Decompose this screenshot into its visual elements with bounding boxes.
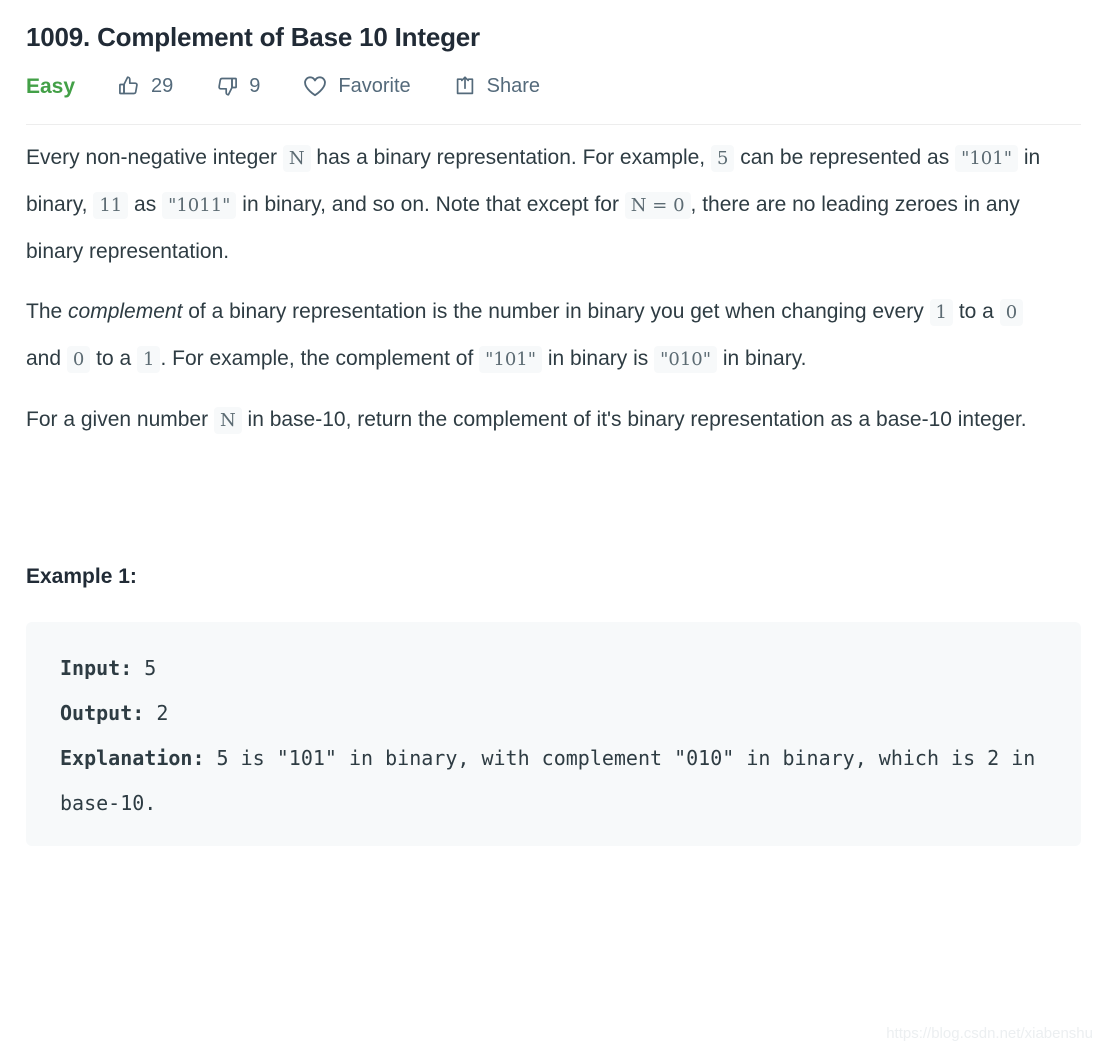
inline-code: 11 (93, 192, 129, 219)
share-label: Share (486, 75, 541, 97)
inline-code: 0 (66, 346, 91, 373)
downvote-count: 9 (249, 75, 261, 97)
upvote-button[interactable]: 29 (117, 74, 173, 98)
inline-code: 1 (137, 346, 161, 373)
inline-code: N = 0 (624, 192, 691, 219)
emphasis-text: complement (68, 300, 183, 323)
inline-code: 0 (999, 299, 1024, 326)
inline-code: N (213, 407, 242, 434)
inline-code: 1 (929, 299, 953, 326)
example-field-label: Output: (60, 701, 145, 725)
example-line: Explanation: 5 is "101" in binary, with … (60, 746, 1048, 815)
thumbs-up-icon (117, 74, 141, 98)
inline-code: "101" (479, 346, 543, 373)
problem-statement: Every non-negative integer N has a binar… (26, 125, 1081, 444)
difficulty-badge: Easy (26, 74, 76, 98)
thumbs-down-icon (215, 74, 239, 98)
page-title: 1009. Complement of Base 10 Integer (26, 22, 480, 52)
upvote-count: 29 (151, 75, 174, 97)
example-field-label: Explanation: (60, 746, 205, 770)
example-field-label: Input: (60, 656, 133, 680)
inline-code: "010" (654, 346, 718, 373)
favorite-label: Favorite (338, 75, 411, 97)
share-icon (453, 74, 477, 98)
watermark: https://blog.csdn.net/xiabenshu (886, 1025, 1093, 1042)
problem-description-panel: 1009. Complement of Base 10 Integer Easy… (0, 0, 1107, 1056)
inline-code: N (282, 145, 311, 172)
problem-action-toolbar: Easy 29 9 Favorite Share (26, 70, 1081, 102)
statement-paragraph: For a given number N in base-10, return … (26, 397, 1056, 444)
downvote-button[interactable]: 9 (215, 74, 260, 98)
share-button[interactable]: Share (453, 74, 540, 98)
example-line: Output: 2 (60, 701, 169, 725)
favorite-button[interactable]: Favorite (302, 73, 411, 99)
statement-paragraph: Every non-negative integer N has a binar… (26, 145, 1041, 263)
example-code-block: Input: 5 Output: 2 Explanation: 5 is "10… (26, 622, 1081, 846)
inline-code: "101" (955, 145, 1018, 172)
example-heading: Example 1: (26, 565, 137, 588)
example-line: Input: 5 (60, 656, 157, 680)
inline-code: "1011" (162, 192, 237, 219)
inline-code: 5 (710, 145, 735, 172)
statement-paragraph: The complement of a binary representatio… (26, 289, 1056, 383)
heart-icon (302, 73, 328, 99)
